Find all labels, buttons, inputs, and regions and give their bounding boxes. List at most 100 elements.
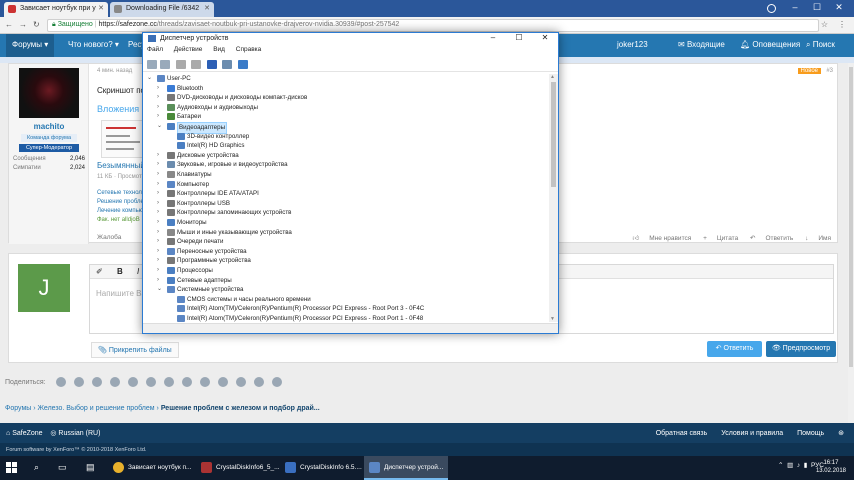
- name-button[interactable]: ↓ Имя: [805, 235, 831, 242]
- search-link[interactable]: ⌕ Поиск: [806, 40, 835, 50]
- scroll-up-icon[interactable]: ▲: [550, 74, 555, 80]
- tab-close-icon[interactable]: ✕: [98, 4, 104, 12]
- rss-icon[interactable]: ⊛: [838, 430, 844, 437]
- task-view-icon[interactable]: ▭: [58, 462, 67, 473]
- skype-icon[interactable]: [235, 377, 246, 387]
- minimize-icon[interactable]: –: [784, 2, 806, 12]
- bookmark-star-icon[interactable]: ☆: [821, 20, 828, 29]
- taskbar-item-crystal[interactable]: CrystalDiskInfo 6.5....: [280, 456, 364, 480]
- attach-files-button[interactable]: 📎︎ Прикрепить файлы: [91, 342, 179, 358]
- menu-action[interactable]: Действие: [174, 46, 203, 53]
- expand-arrow-icon[interactable]: ›: [157, 189, 165, 199]
- maximize-icon[interactable]: ☐: [806, 2, 828, 13]
- preview-button[interactable]: 👁︎ Предпросмотр: [766, 341, 836, 357]
- tumblr-icon[interactable]: [163, 377, 174, 387]
- battery-icon[interactable]: ▮: [804, 462, 808, 469]
- back-icon[interactable]: [147, 60, 157, 69]
- forward-icon[interactable]: →: [19, 20, 27, 29]
- profile-icon[interactable]: [767, 4, 776, 13]
- breadcrumb-item[interactable]: Железо. Выбор и решение проблем: [38, 405, 155, 412]
- reply-post-button[interactable]: ↶ Ответить: [750, 235, 793, 242]
- signature-link[interactable]: Фак. нет alldjoB: [97, 217, 140, 223]
- expand-arrow-icon[interactable]: ›: [157, 256, 165, 266]
- expand-arrow-icon[interactable]: ›: [157, 103, 165, 113]
- tree-scrollbar[interactable]: ▲ ▼: [549, 74, 558, 322]
- collapse-arrow-icon[interactable]: ⌄: [147, 74, 155, 84]
- address-bar[interactable]: 🔒︎ Защищено | https://safezone.cc/thread…: [47, 19, 819, 32]
- inbox-link[interactable]: ✉ Входящие: [678, 40, 725, 49]
- reddit-icon[interactable]: [127, 377, 138, 387]
- expand-arrow-icon[interactable]: ›: [157, 151, 165, 161]
- breadcrumb-item[interactable]: Форумы: [5, 405, 31, 412]
- expand-arrow-icon[interactable]: ›: [157, 247, 165, 257]
- post-date[interactable]: 4 мин. назад: [97, 68, 132, 74]
- explorer-icon[interactable]: ▤: [86, 462, 95, 473]
- expand-arrow-icon[interactable]: ›: [157, 84, 165, 94]
- expand-arrow-icon[interactable]: ›: [157, 208, 165, 218]
- feedback-link[interactable]: Обратная связь: [656, 430, 708, 437]
- google-plus-icon[interactable]: [109, 377, 120, 387]
- signature-link[interactable]: Сетевые технолог: [97, 190, 148, 196]
- viber-icon[interactable]: [217, 377, 228, 387]
- bold-button[interactable]: B: [117, 267, 123, 276]
- avatar[interactable]: [19, 68, 79, 118]
- maximize-icon[interactable]: ☐: [506, 33, 532, 42]
- minimize-icon[interactable]: –: [480, 33, 506, 42]
- post-number[interactable]: #3: [826, 68, 833, 74]
- signature-link[interactable]: Решение проблем: [97, 199, 148, 205]
- expand-arrow-icon[interactable]: ›: [157, 160, 165, 170]
- close-icon[interactable]: ✕: [828, 2, 850, 13]
- collapse-arrow-icon[interactable]: ⌄: [157, 285, 165, 295]
- taskbar-item-crystal-zip[interactable]: CrystalDiskInfo6_5_...: [196, 456, 280, 480]
- safezone-link[interactable]: ⌂ SafeZone: [6, 430, 43, 437]
- alerts-link[interactable]: 🔔︎ Оповещения: [740, 40, 800, 49]
- scroll-down-icon[interactable]: ▼: [550, 316, 555, 322]
- facebook-icon[interactable]: [91, 377, 102, 387]
- expand-arrow-icon[interactable]: ›: [157, 199, 165, 209]
- close-icon[interactable]: ✕: [532, 33, 558, 42]
- tray-arrow-icon[interactable]: ⌃: [778, 462, 783, 469]
- quote-button[interactable]: + Цитата: [703, 235, 738, 242]
- telegram-icon[interactable]: [199, 377, 210, 387]
- expand-arrow-icon[interactable]: ›: [157, 112, 165, 122]
- window-titlebar[interactable]: Диспетчер устройств – ☐ ✕: [143, 33, 558, 45]
- username[interactable]: machito: [9, 122, 89, 131]
- language-chooser[interactable]: ◎ Russian (RU): [50, 430, 100, 437]
- tab-close-icon[interactable]: ✕: [204, 4, 210, 12]
- browser-tab-thread[interactable]: Зависает ноутбук при у ✕: [4, 2, 108, 17]
- user-menu[interactable]: joker123: [617, 40, 648, 49]
- breadcrumb-item[interactable]: Решение проблем с железом и подбор драй.…: [161, 405, 320, 412]
- expand-arrow-icon[interactable]: ›: [157, 170, 165, 180]
- nav-whats-new[interactable]: Что нового? ▾: [68, 40, 119, 49]
- volume-icon[interactable]: ♪: [797, 462, 800, 469]
- menu-view[interactable]: Вид: [213, 46, 225, 53]
- link-icon[interactable]: [271, 377, 282, 387]
- expand-arrow-icon[interactable]: ›: [157, 237, 165, 247]
- terms-link[interactable]: Условия и правила: [721, 430, 783, 437]
- taskbar-item-device-manager[interactable]: Диспетчер устрой...: [364, 456, 448, 480]
- menu-file[interactable]: Файл: [147, 46, 163, 53]
- expand-arrow-icon[interactable]: ›: [157, 228, 165, 238]
- expand-arrow-icon[interactable]: ›: [157, 218, 165, 228]
- back-icon[interactable]: ←: [5, 20, 13, 29]
- list-view-icon[interactable]: [191, 60, 201, 69]
- search-icon[interactable]: ⌕: [34, 462, 39, 473]
- scrollbar-thumb[interactable]: [551, 82, 556, 187]
- taskbar-item-chrome[interactable]: Зависает ноутбук п...: [108, 456, 196, 480]
- pinterest-icon[interactable]: [145, 377, 156, 387]
- browser-tab-download[interactable]: Downloading File /6342 ✕: [110, 2, 214, 17]
- windows-start-icon[interactable]: [6, 462, 18, 474]
- odnoklassniki-icon[interactable]: [73, 377, 84, 387]
- properties-icon[interactable]: [176, 60, 186, 69]
- expand-arrow-icon[interactable]: ›: [157, 93, 165, 103]
- nav-forums[interactable]: Форумы ▾: [6, 34, 55, 57]
- report-link[interactable]: Жалоба: [97, 234, 121, 241]
- menu-help[interactable]: Справка: [236, 46, 262, 53]
- update-driver-icon[interactable]: [222, 60, 232, 69]
- help-link[interactable]: Помощь: [797, 430, 824, 437]
- expand-arrow-icon[interactable]: ›: [157, 266, 165, 276]
- network-icon[interactable]: ▥: [787, 462, 793, 469]
- reload-icon[interactable]: ↻: [33, 20, 40, 29]
- email-icon[interactable]: [253, 377, 264, 387]
- page-scrollbar[interactable]: [848, 63, 854, 423]
